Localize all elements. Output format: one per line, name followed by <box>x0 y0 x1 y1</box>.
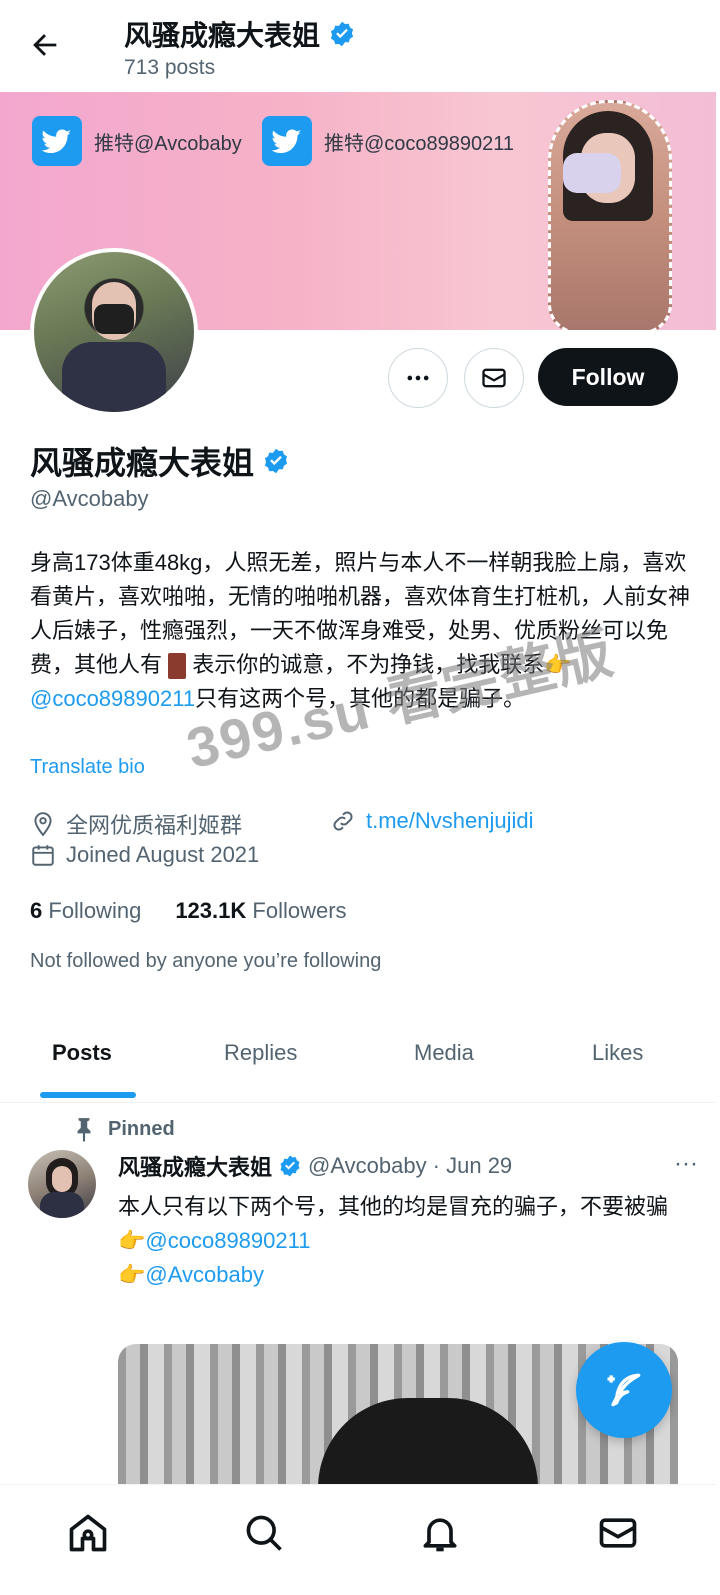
tab-likes[interactable]: Likes <box>592 1040 643 1066</box>
pointing-hand-icon: 👉 <box>118 1262 146 1287</box>
tab-replies[interactable]: Replies <box>224 1040 297 1066</box>
banner-chip-1: 推特@Avcobaby <box>32 116 242 166</box>
messages-icon[interactable] <box>596 1511 640 1555</box>
twitter-bird-icon <box>262 116 312 166</box>
verified-icon <box>280 1155 300 1177</box>
followers-stat[interactable]: 123.1K Followers <box>175 898 346 924</box>
top-bar: 风骚成瘾大表姐 713 posts <box>0 0 720 92</box>
active-tab-indicator <box>40 1092 136 1098</box>
profile-joined: Joined August 2021 <box>30 842 259 868</box>
compose-button[interactable] <box>576 1342 672 1438</box>
post-author-name[interactable]: 风骚成瘾大表姐 <box>118 1150 272 1182</box>
post-author-avatar[interactable] <box>28 1150 96 1218</box>
post-mention-1[interactable]: @coco89890211 <box>145 1228 310 1253</box>
not-followed-note: Not followed by anyone you’re following <box>30 950 382 972</box>
back-arrow-icon[interactable] <box>28 28 62 62</box>
pointing-hand-icon: 👉 <box>118 1228 146 1253</box>
pin-icon <box>77 1118 91 1142</box>
posts-count: 713 posts <box>124 56 216 79</box>
more-icon <box>407 375 429 381</box>
search-icon[interactable] <box>242 1511 286 1555</box>
pinned-label: Pinned <box>74 1116 175 1142</box>
banner-photo-cutout <box>548 100 672 330</box>
link-icon <box>333 811 353 831</box>
profile-tabs: Posts Replies Media Likes <box>0 1020 716 1103</box>
profile-location: 全网优质福利姬群 <box>30 808 242 840</box>
verified-icon <box>330 21 354 47</box>
follow-stats: 6 Following 123.1K Followers <box>30 898 347 924</box>
post-handle-date: @Avcobaby · Jun 29 <box>308 1153 513 1178</box>
bottom-navigation <box>0 1484 716 1595</box>
mail-icon <box>482 368 506 388</box>
translate-bio-link[interactable]: Translate bio <box>30 756 145 779</box>
door-emoji-icon <box>168 653 187 680</box>
tab-media[interactable]: Media <box>414 1040 474 1066</box>
post-mention-2[interactable]: @Avcobaby <box>145 1262 264 1287</box>
calendar-icon <box>32 845 54 866</box>
header-title: 风骚成瘾大表姐 <box>124 14 356 54</box>
follow-button[interactable]: Follow <box>538 348 678 406</box>
profile-name: 风骚成瘾大表姐 <box>30 438 290 484</box>
bell-icon[interactable] <box>418 1511 462 1555</box>
post-more-button[interactable]: ··· <box>674 1150 698 1178</box>
post-header: 风骚成瘾大表姐 @Avcobaby · Jun 29 <box>118 1150 512 1182</box>
post-text: 本人只有以下两个号，其他的均是冒充的骗子，不要被骗 👉@coco89890211… <box>118 1194 669 1287</box>
compose-icon <box>607 1373 641 1407</box>
following-stat[interactable]: 6 Following <box>30 898 141 924</box>
twitter-bird-icon <box>32 116 82 166</box>
profile-url[interactable]: t.me/Nvshenjujidi <box>330 808 534 834</box>
message-button[interactable] <box>464 348 524 408</box>
verified-icon <box>264 448 288 474</box>
tab-posts[interactable]: Posts <box>52 1040 112 1066</box>
profile-handle: @Avcobaby <box>30 486 149 511</box>
home-icon[interactable] <box>66 1511 110 1555</box>
banner-chip-2: 推特@coco89890211 <box>262 116 514 166</box>
location-icon <box>34 812 52 837</box>
more-options-button[interactable] <box>388 348 448 408</box>
profile-avatar[interactable] <box>30 248 198 416</box>
bio-mention-link[interactable]: @coco89890211 <box>30 686 195 711</box>
